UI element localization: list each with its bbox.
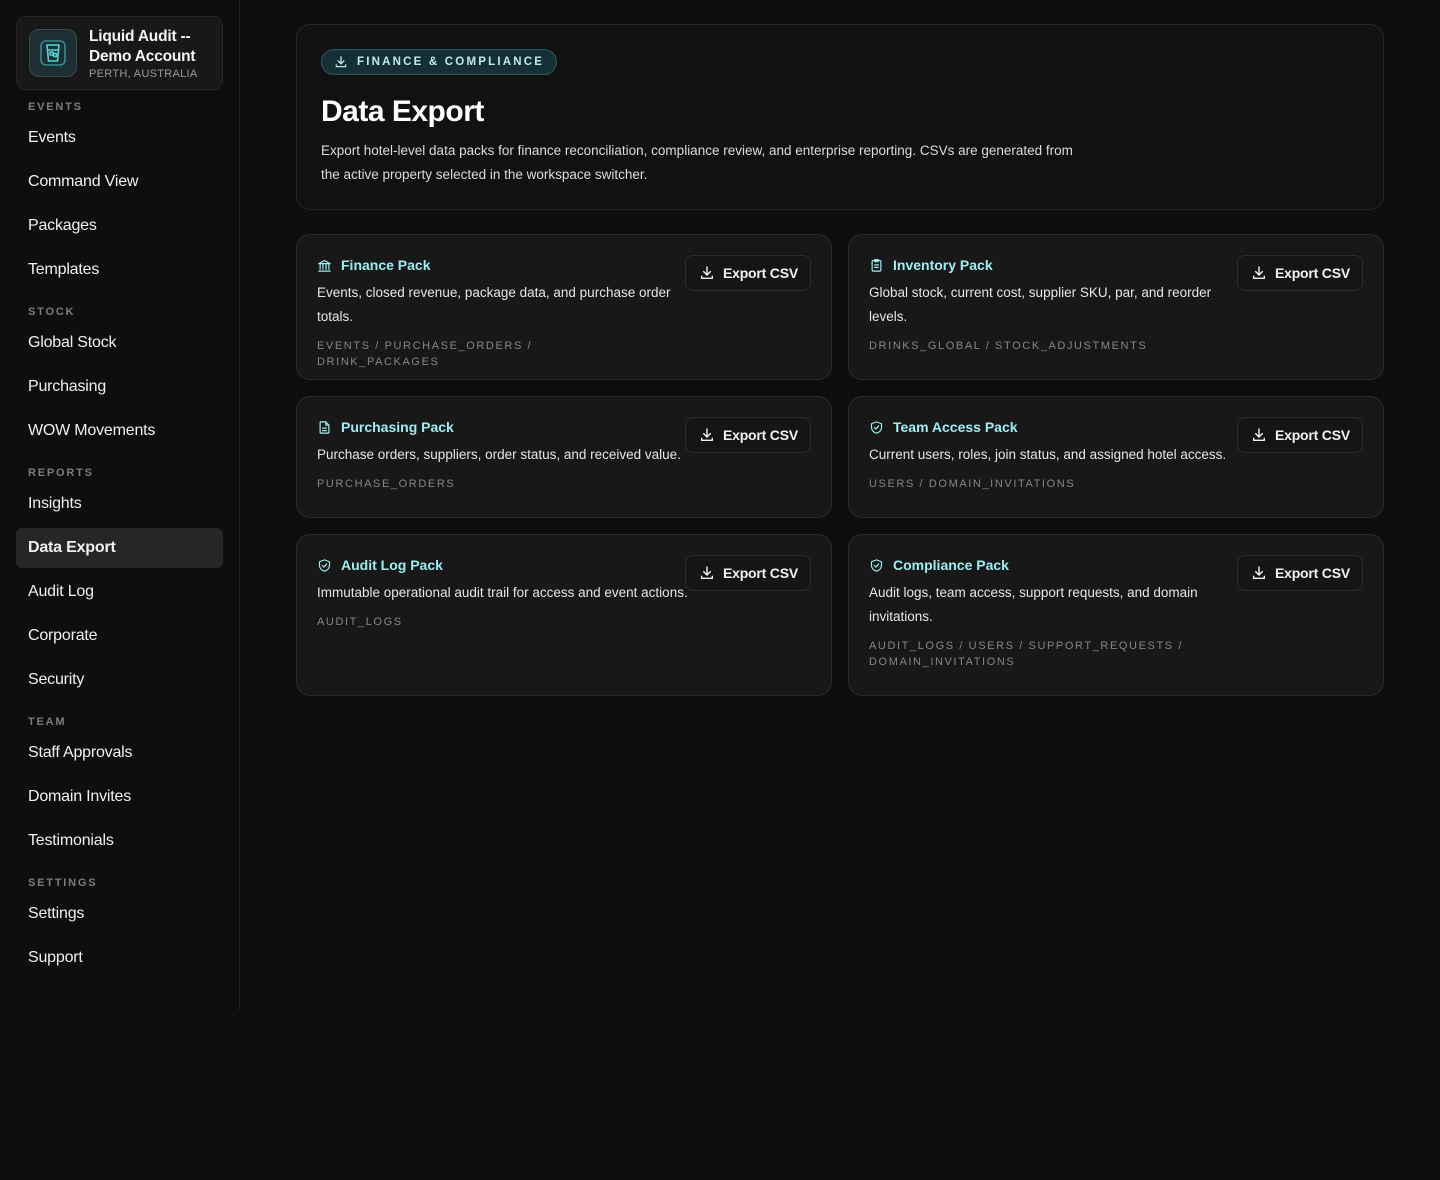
sidebar-item-global-stock[interactable]: Global Stock — [16, 323, 223, 363]
pack-description: Global stock, current cost, supplier SKU… — [869, 285, 1212, 324]
nav-section-events: EVENTS — [28, 101, 83, 113]
pack-card-team-access: Team Access Pack Current users, roles, j… — [848, 396, 1384, 518]
category-badge-label: FINANCE & COMPLIANCE — [357, 56, 545, 68]
export-csv-button[interactable]: Export CSV — [684, 255, 811, 291]
sidebar-item-support[interactable]: Support — [16, 938, 223, 978]
category-badge: FINANCE & COMPLIANCE — [321, 49, 558, 75]
download-icon — [1252, 266, 1266, 280]
sidebar-item-wow-movements[interactable]: WOW Movements — [16, 411, 223, 451]
export-csv-button[interactable]: Export CSV — [1236, 255, 1363, 291]
sidebar-item-settings[interactable]: Settings — [16, 894, 223, 934]
download-icon — [700, 566, 714, 580]
download-icon — [1252, 566, 1266, 580]
download-icon — [700, 428, 714, 442]
sidebar-item-security[interactable]: Security — [16, 660, 223, 700]
clipboard-icon — [871, 258, 882, 272]
export-csv-button[interactable]: Export CSV — [1236, 555, 1363, 591]
pack-tables: EVENTS / PURCHASE_ORDERS / DRINK_PACKAGE… — [317, 340, 533, 368]
pack-card-compliance: Compliance Pack Audit logs, team access,… — [848, 534, 1384, 696]
sidebar: Liquid Audit -- Demo Account PERTH, AUST… — [0, 0, 240, 1010]
download-icon — [1252, 428, 1266, 442]
pack-title-text: Team Access Pack — [893, 419, 1018, 435]
pack-description: Audit logs, team access, support request… — [869, 585, 1198, 624]
sidebar-item-templates[interactable]: Templates — [16, 250, 223, 290]
export-csv-button[interactable]: Export CSV — [684, 555, 811, 591]
pack-card-audit-log: Audit Log Pack Immutable operational aud… — [296, 534, 832, 696]
sidebar-item-insights[interactable]: Insights — [16, 484, 223, 524]
page-title: Data Export — [321, 95, 484, 128]
export-csv-label: Export CSV — [722, 265, 798, 281]
download-icon — [700, 266, 714, 280]
sidebar-item-audit-log[interactable]: Audit Log — [16, 572, 223, 612]
sidebar-item-testimonials[interactable]: Testimonials — [16, 821, 223, 861]
shield-check-icon — [870, 420, 883, 434]
download-icon — [335, 56, 347, 68]
pack-description: Purchase orders, suppliers, order status… — [317, 447, 681, 462]
nav-section-team: TEAM — [28, 716, 67, 728]
export-csv-label: Export CSV — [1274, 565, 1350, 581]
pack-title-text: Audit Log Pack — [341, 557, 443, 573]
pack-tables: AUDIT_LOGS — [317, 616, 403, 628]
document-icon — [319, 420, 330, 434]
sidebar-item-data-export[interactable]: Data Export — [16, 528, 223, 568]
export-csv-label: Export CSV — [1274, 427, 1350, 443]
page-description: Export hotel-level data packs for financ… — [321, 143, 1073, 182]
glass-icon — [29, 29, 77, 77]
sidebar-item-events[interactable]: Events — [16, 118, 223, 158]
sidebar-nav: EVENTS Events Command View Packages Temp… — [16, 98, 223, 978]
shield-check-icon — [870, 558, 883, 572]
export-csv-label: Export CSV — [722, 565, 798, 581]
export-csv-button[interactable]: Export CSV — [1236, 417, 1363, 453]
sidebar-item-corporate[interactable]: Corporate — [16, 616, 223, 656]
pack-tables: PURCHASE_ORDERS — [317, 478, 456, 490]
pack-description: Immutable operational audit trail for ac… — [317, 585, 688, 600]
pack-description: Events, closed revenue, package data, an… — [317, 285, 671, 324]
pack-title-text: Compliance Pack — [893, 557, 1009, 573]
main-content: FINANCE & COMPLIANCE Data Export Export … — [296, 24, 1384, 696]
pack-description: Current users, roles, join status, and a… — [869, 447, 1227, 462]
pack-tables: AUDIT_LOGS / USERS / SUPPORT_REQUESTS / … — [869, 640, 1184, 668]
pack-card-purchasing: Purchasing Pack Purchase orders, supplie… — [296, 396, 832, 518]
pack-title-text: Inventory Pack — [893, 257, 993, 273]
sidebar-item-packages[interactable]: Packages — [16, 206, 223, 246]
nav-section-stock: STOCK — [28, 306, 76, 318]
nav-section-reports: REPORTS — [28, 467, 94, 479]
sidebar-item-domain-invites[interactable]: Domain Invites — [16, 777, 223, 817]
account-name: Liquid Audit -- Demo Account — [89, 27, 196, 65]
pack-card-inventory: Inventory Pack Global stock, current cos… — [848, 234, 1384, 380]
shield-check-icon — [318, 558, 331, 572]
sidebar-item-command-view[interactable]: Command View — [16, 162, 223, 202]
pack-tables: DRINKS_GLOBAL / STOCK_ADJUSTMENTS — [869, 340, 1148, 352]
sidebar-item-staff-approvals[interactable]: Staff Approvals — [16, 733, 223, 773]
account-location: PERTH, AUSTRALIA — [89, 67, 198, 80]
pack-card-finance: Finance Pack Events, closed revenue, pac… — [296, 234, 832, 380]
bank-icon — [318, 259, 331, 272]
export-csv-label: Export CSV — [722, 427, 798, 443]
pack-title-text: Finance Pack — [341, 257, 431, 273]
sidebar-item-purchasing[interactable]: Purchasing — [16, 367, 223, 407]
export-csv-label: Export CSV — [1274, 265, 1350, 281]
pack-title-text: Purchasing Pack — [341, 419, 454, 435]
nav-section-settings: SETTINGS — [28, 877, 98, 889]
pack-tables: USERS / DOMAIN_INVITATIONS — [869, 478, 1076, 490]
account-switcher[interactable]: Liquid Audit -- Demo Account PERTH, AUST… — [16, 16, 223, 90]
pack-grid: Finance Pack Events, closed revenue, pac… — [296, 234, 1384, 696]
page-header: FINANCE & COMPLIANCE Data Export Export … — [296, 24, 1384, 210]
export-csv-button[interactable]: Export CSV — [684, 417, 811, 453]
